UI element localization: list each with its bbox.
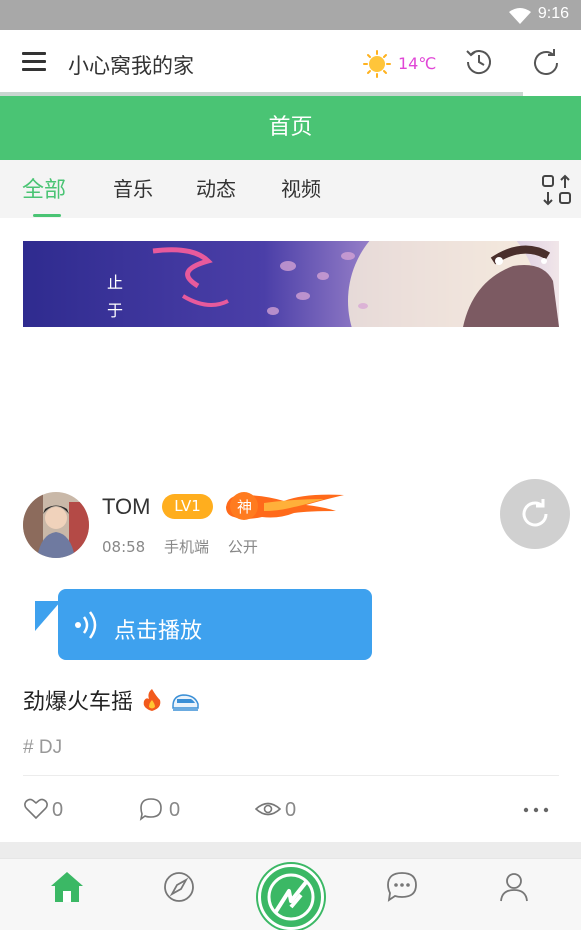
tab-music[interactable]: 音乐 <box>113 173 153 202</box>
title-badge: 神 <box>224 489 348 523</box>
avatar[interactable] <box>23 492 89 558</box>
level-badge: LV1 <box>162 494 213 519</box>
page-title: 首页 <box>0 96 581 160</box>
center-logo-icon <box>267 873 315 921</box>
divider <box>23 775 559 776</box>
user-icon[interactable] <box>494 867 534 907</box>
banner-text-1: 止 <box>107 273 124 292</box>
post-time: 08:58 <box>102 538 146 556</box>
post-meta: 08:58 手机端 公开 <box>102 536 272 557</box>
author-name[interactable]: TOM <box>102 494 150 520</box>
bottom-navigation <box>0 858 581 930</box>
topic-tag[interactable]: # DJ <box>23 737 62 759</box>
tab-moments[interactable]: 动态 <box>196 173 236 202</box>
center-logo-button[interactable] <box>258 864 324 930</box>
section-separator <box>0 842 581 858</box>
compass-icon[interactable] <box>159 867 199 907</box>
heart-icon <box>24 798 48 820</box>
fire-icon <box>143 689 161 711</box>
refresh-icon[interactable] <box>529 46 563 80</box>
comment-button[interactable]: 0 <box>138 796 188 824</box>
tab-active-indicator <box>33 214 61 217</box>
sun-icon <box>363 50 391 78</box>
status-time: 9:16 <box>537 5 569 22</box>
sort-icon[interactable] <box>541 174 573 206</box>
banner-image[interactable]: 止 于 <box>23 241 559 327</box>
view-count: 0 <box>285 799 297 821</box>
post-content-text: 劲爆火车摇 <box>23 690 134 715</box>
floating-refresh-button[interactable] <box>500 479 570 549</box>
like-count: 0 <box>52 799 64 821</box>
eye-icon <box>255 802 281 816</box>
post-content: 劲爆火车摇 <box>23 684 199 716</box>
tab-video[interactable]: 视频 <box>281 173 321 202</box>
voice-play-button[interactable]: 点击播放 <box>58 589 372 660</box>
chat-icon[interactable] <box>382 867 422 907</box>
comment-icon <box>139 798 162 821</box>
category-tabs: 全部 音乐 动态 视频 <box>0 160 581 218</box>
sound-wave-icon <box>75 611 97 639</box>
wifi-icon <box>509 8 531 24</box>
home-icon[interactable] <box>47 867 87 907</box>
comment-count: 0 <box>169 799 181 821</box>
history-icon[interactable] <box>463 46 495 78</box>
refresh-icon <box>522 499 548 527</box>
tab-all[interactable]: 全部 <box>22 172 66 204</box>
more-icon[interactable] <box>520 804 552 816</box>
app-title: 小心窝我的家 <box>68 54 194 78</box>
temperature-label: 14℃ <box>398 54 437 73</box>
voice-play-label: 点击播放 <box>114 619 203 644</box>
like-button[interactable]: 0 <box>23 796 73 824</box>
menu-button[interactable] <box>22 52 46 72</box>
banner-text-2: 于 <box>107 301 124 320</box>
status-bar: 9:16 <box>0 0 581 30</box>
post-device: 手机端 <box>164 538 210 556</box>
title-badge-label: 神 <box>237 498 253 516</box>
post-visibility: 公开 <box>227 538 258 556</box>
post-actions: 0 0 0 <box>0 790 581 830</box>
top-bar: 小心窝我的家 14℃ <box>0 30 581 96</box>
view-count-button[interactable]: 0 <box>255 796 305 824</box>
banner-artwork <box>23 241 559 327</box>
train-icon <box>172 694 199 711</box>
